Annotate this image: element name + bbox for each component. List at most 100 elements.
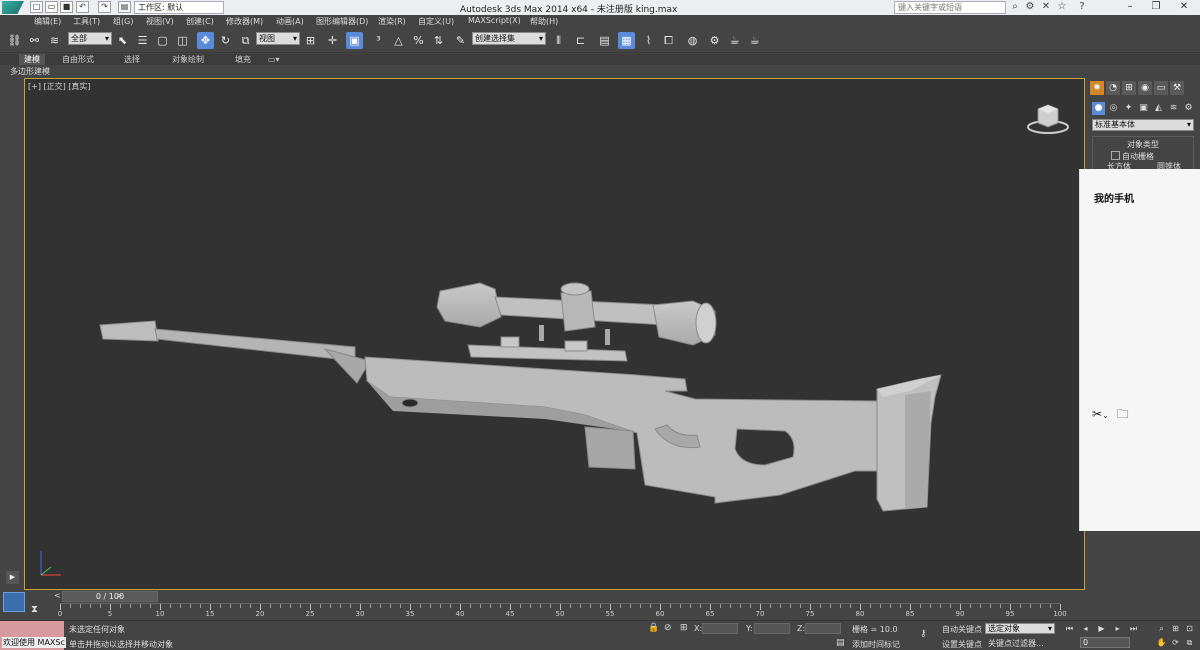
add-time-tag-button[interactable]: 添加时间标记 <box>852 639 900 650</box>
selection-filter-dropdown[interactable]: 全部 <box>68 32 112 45</box>
move-icon[interactable]: ✥ <box>197 32 214 49</box>
restore-button[interactable]: ❐ <box>1142 0 1170 15</box>
menu-maxscript[interactable]: MAXScript(X) <box>468 16 521 25</box>
menu-group[interactable]: 组(G) <box>113 16 133 27</box>
menu-views[interactable]: 视图(V) <box>146 16 174 27</box>
polygon-modeling-label[interactable]: 多边形建模 <box>10 66 50 77</box>
search-icon[interactable]: ⌕ <box>1009 1 1021 13</box>
align-icon[interactable]: ⊏ <box>572 32 589 49</box>
current-frame-field[interactable]: 0 <box>1080 637 1130 648</box>
go-to-start-icon[interactable]: ⏮ <box>1064 623 1075 634</box>
motion-panel-icon[interactable]: ◉ <box>1138 81 1152 95</box>
bind-space-warp-icon[interactable]: ≋ <box>46 32 63 49</box>
menu-modifiers[interactable]: 修改器(M) <box>226 16 263 27</box>
y-coordinate-field[interactable] <box>754 623 790 634</box>
spacewarps-icon[interactable]: ≋ <box>1167 102 1180 115</box>
time-next-icon[interactable]: > <box>116 591 123 600</box>
rifle-model[interactable] <box>25 79 1085 590</box>
menu-create[interactable]: 创建(C) <box>186 16 214 27</box>
maximize-viewport-icon[interactable]: ⧉ <box>1184 637 1195 648</box>
unlink-icon[interactable]: ⚯ <box>26 32 43 49</box>
undo-icon[interactable]: ↶ <box>76 1 89 13</box>
object-type-title[interactable]: 对象类型 <box>1093 139 1193 150</box>
menu-animation[interactable]: 动画(A) <box>276 16 304 27</box>
percent-snap-icon[interactable]: % <box>410 32 427 49</box>
expand-ribbon-icon[interactable]: ▶ <box>6 571 19 584</box>
orbit-icon[interactable]: ⟳ <box>1170 637 1181 648</box>
rendered-frame-icon[interactable]: ☕ <box>726 32 743 49</box>
key-icon[interactable]: ⚷ <box>920 629 927 639</box>
tab-populate[interactable]: 填充 <box>235 54 251 65</box>
search-input[interactable]: 键入关键字或短语 <box>894 1 1006 14</box>
select-by-name-icon[interactable]: ☰ <box>134 32 151 49</box>
chevron-down-icon[interactable]: ⌄ <box>1102 411 1109 420</box>
keyboard-shortcut-override-icon[interactable]: ▣ <box>346 32 363 49</box>
rotate-icon[interactable]: ↻ <box>217 32 234 49</box>
communication-center-icon[interactable]: ✕ <box>1040 1 1052 13</box>
window-crossing-icon[interactable]: ◫ <box>174 32 191 49</box>
previous-frame-icon[interactable]: ◂ <box>1080 623 1091 634</box>
primitive-category-dropdown[interactable]: 标准基本体 <box>1092 119 1194 131</box>
edit-named-selection-icon[interactable]: ✎ <box>452 32 469 49</box>
play-icon[interactable]: ▶ <box>1096 623 1107 634</box>
tab-object-paint[interactable]: 对象绘制 <box>172 54 204 65</box>
scale-icon[interactable]: ⧉ <box>237 32 254 49</box>
menu-help[interactable]: 帮助(H) <box>530 16 558 27</box>
graphite-ribbon-icon[interactable]: ▦ <box>618 32 635 49</box>
z-coordinate-field[interactable] <box>805 623 841 634</box>
next-frame-icon[interactable]: ▸ <box>1112 623 1123 634</box>
viewcube-icon[interactable] <box>1026 101 1070 135</box>
modify-panel-icon[interactable]: ◔ <box>1106 81 1120 95</box>
zoom-all-icon[interactable]: ⊞ <box>1170 623 1181 634</box>
key-filters-button[interactable]: 关键点过滤器... <box>988 638 1044 649</box>
maxscript-listener[interactable]: 欢迎使用 MAXSc <box>0 621 66 650</box>
link-icon[interactable]: ⛓ <box>6 32 23 49</box>
layer-manager-icon[interactable]: ▤ <box>596 32 613 49</box>
subscription-icon[interactable]: ⚙ <box>1024 1 1036 13</box>
track-bar[interactable]: 0 5 10 15 20 25 30 35 40 45 50 55 60 65 70 75 80 85 90 95 10… <box>58 603 1067 619</box>
mini-curve-editor-icon[interactable]: ⧗ <box>31 604 38 615</box>
go-to-end-icon[interactable]: ⏭ <box>1128 623 1139 634</box>
pivot-center-icon[interactable]: ⊞ <box>302 32 319 49</box>
favorites-icon[interactable]: ☆ <box>1056 1 1068 13</box>
workspace-dropdown[interactable]: 工作区: 默认 <box>134 1 224 14</box>
viewport-layout-button[interactable] <box>3 592 25 612</box>
zoom-extents-icon[interactable]: ⊡ <box>1184 623 1195 634</box>
helpers-icon[interactable]: ◭ <box>1152 102 1165 115</box>
redo-icon[interactable]: ↷ <box>98 1 111 13</box>
named-selection-dropdown[interactable]: 创建选择集 <box>472 32 546 45</box>
open-file-icon[interactable]: ▭ <box>45 1 58 13</box>
auto-key-button[interactable]: 自动关键点 <box>942 624 982 635</box>
tab-modeling[interactable]: 建模 <box>19 54 45 65</box>
zoom-icon[interactable]: ⌕ <box>1156 623 1167 634</box>
ribbon-options-icon[interactable]: ▭▾ <box>268 54 280 65</box>
absolute-mode-icon[interactable]: ⊞ <box>680 623 688 633</box>
menu-rendering[interactable]: 渲染(R) <box>378 16 406 27</box>
tab-selection[interactable]: 选择 <box>124 54 140 65</box>
close-button[interactable]: ✕ <box>1170 0 1198 15</box>
minimize-button[interactable]: – <box>1116 0 1144 15</box>
mirror-icon[interactable]: ⫴ <box>550 32 567 49</box>
rectangular-region-icon[interactable]: ▢ <box>154 32 171 49</box>
menu-graph-editors[interactable]: 图形编辑器(D) <box>316 16 368 27</box>
project-folder-icon[interactable]: ▤ <box>118 1 131 13</box>
isolate-icon[interactable]: ⊘ <box>664 623 672 633</box>
scissors-icon[interactable]: ✂ <box>1092 407 1102 421</box>
angle-snap-icon[interactable]: △ <box>390 32 407 49</box>
lock-icon[interactable]: 🔒 <box>648 623 659 633</box>
utilities-panel-icon[interactable]: ⚒ <box>1170 81 1184 95</box>
spinner-snap-icon[interactable]: ⇅ <box>430 32 447 49</box>
shapes-icon[interactable]: ◎ <box>1107 102 1120 115</box>
menu-customize[interactable]: 自定义(U) <box>418 16 454 27</box>
systems-icon[interactable]: ⚙ <box>1182 102 1195 115</box>
snaps-toggle-icon[interactable]: ³ <box>370 32 387 49</box>
folder-icon[interactable]: 🗀 <box>1117 407 1129 421</box>
help-icon[interactable]: ? <box>1076 1 1088 13</box>
new-file-icon[interactable]: □ <box>30 1 43 13</box>
render-production-icon[interactable]: ☕ <box>746 32 763 49</box>
curve-editor-icon[interactable]: ⌇ <box>640 32 657 49</box>
render-setup-icon[interactable]: ⚙ <box>706 32 723 49</box>
material-editor-icon[interactable]: ◍ <box>684 32 701 49</box>
x-coordinate-field[interactable] <box>702 623 738 634</box>
create-panel-icon[interactable]: ✹ <box>1090 81 1104 95</box>
